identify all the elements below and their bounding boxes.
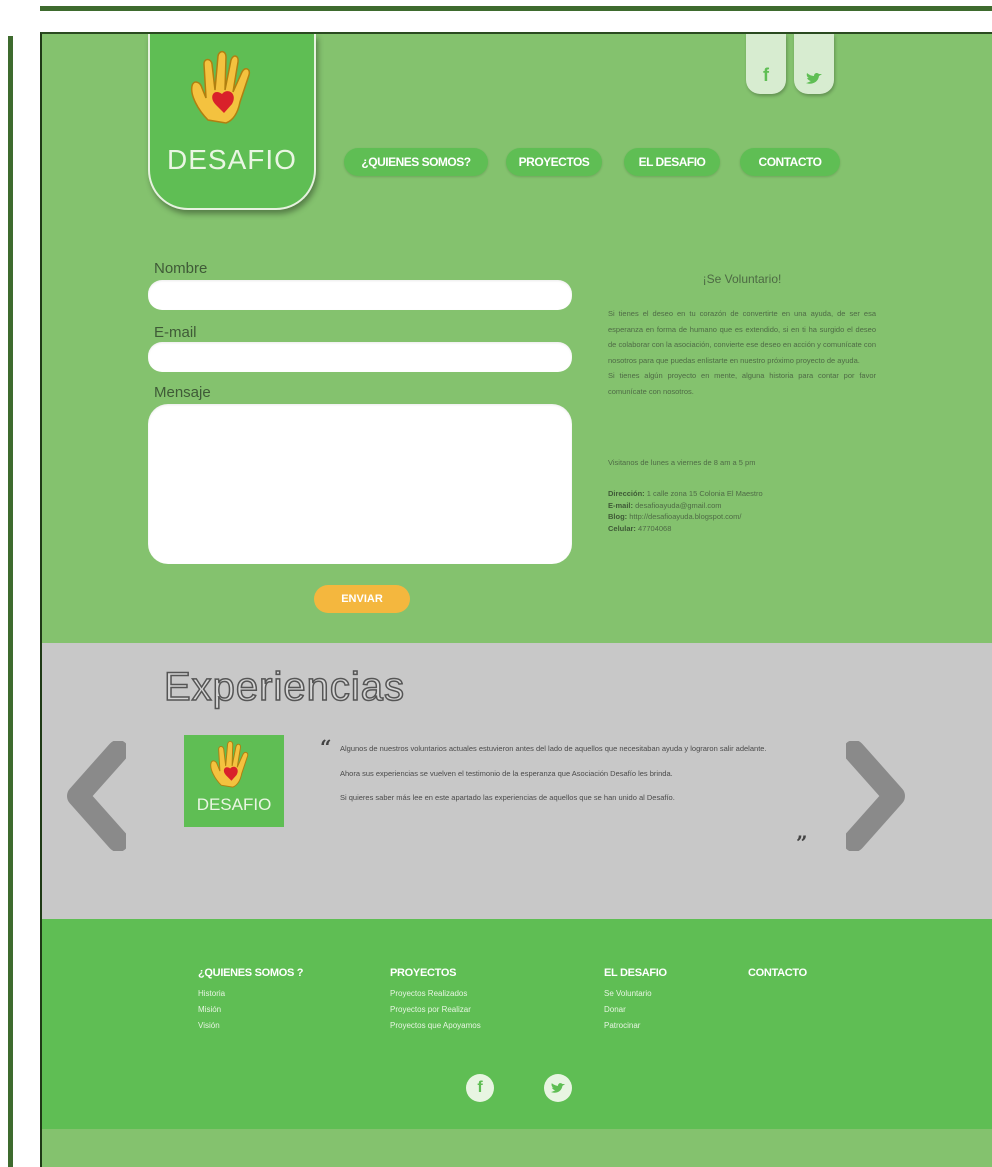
name-field[interactable]: [148, 280, 572, 310]
brand-name: DESAFIO: [167, 144, 297, 175]
twitter-icon: [550, 1082, 566, 1093]
footer-link[interactable]: Historia: [198, 986, 303, 1002]
footer-link[interactable]: Proyectos que Apoyamos: [390, 1018, 481, 1034]
address-label: Dirección:: [608, 489, 645, 498]
send-button[interactable]: ENVIAR: [314, 585, 410, 613]
hand-heart-icon: [190, 50, 251, 124]
left-frame-bar: [8, 36, 13, 1167]
quote-paragraph-1: Algunos de nuestros voluntarios actuales…: [340, 744, 767, 753]
chevron-left-icon[interactable]: [66, 741, 126, 851]
contact-email-label: E-mail:: [608, 500, 634, 510]
footer-heading[interactable]: PROYECTOS: [390, 967, 481, 979]
quote-paragraph-3: Si quieres saber más lee en este apartad…: [340, 793, 675, 802]
nav-quienes-somos[interactable]: ¿QUIENES SOMOS?: [344, 148, 488, 176]
footer-link[interactable]: Donar: [604, 1002, 667, 1018]
footer-column-quienes-somos: ¿QUIENES SOMOS ? Historia Misión Visión: [198, 967, 304, 1034]
footer-link[interactable]: Visión: [198, 1018, 303, 1034]
footer-link[interactable]: Se Voluntario: [604, 986, 667, 1002]
address-value: 1 calle zona 15 Colonia El Maestro: [646, 489, 763, 498]
facebook-button[interactable]: f: [746, 34, 786, 94]
email-label: E-mail: [154, 324, 197, 341]
contact-info: Dirección: 1 calle zona 15 Colonia El Ma…: [608, 488, 876, 534]
chevron-right-icon[interactable]: [846, 741, 906, 851]
experience-quote: Algunos de nuestros voluntarios actuales…: [324, 743, 794, 817]
page: DESAFIO f ¿QUIENES SOMOS? PROYECTOS EL D…: [40, 32, 992, 1167]
volunteer-title: ¡Se Voluntario!: [702, 272, 782, 286]
blog-label: Blog:: [608, 512, 628, 521]
message-textarea[interactable]: [148, 404, 572, 564]
experience-logo: DESAFIO: [184, 735, 284, 827]
quote-close-mark: ”: [796, 831, 808, 855]
footer-link[interactable]: Patrocinar: [604, 1018, 667, 1034]
experience-logo-text: DESAFIO: [196, 795, 272, 814]
nav-proyectos[interactable]: PROYECTOS: [506, 148, 602, 176]
footer-heading[interactable]: EL DESAFIO: [604, 967, 667, 979]
email-field[interactable]: [148, 342, 572, 372]
twitter-button[interactable]: [794, 34, 834, 94]
top-frame-bar: [40, 6, 992, 11]
contact-email-link[interactable]: desafioayuda@gmail.com: [635, 501, 721, 510]
footer-column-contacto: CONTACTO: [748, 967, 807, 986]
volunteer-description: Si tienes el deseo en tu corazón de conv…: [608, 306, 876, 399]
volunteer-paragraph-2: Si tienes algún proyecto en mente, algun…: [608, 371, 876, 396]
hand-heart-icon: [210, 740, 249, 788]
footer-column-el-desafio: EL DESAFIO Se Voluntario Donar Patrocina…: [604, 967, 667, 1034]
quote-paragraph-2: Ahora sus experiencias se vuelven el tes…: [340, 768, 673, 778]
footer-heading[interactable]: ¿QUIENES SOMOS ?: [198, 967, 304, 979]
footer: ¿QUIENES SOMOS ? Historia Misión Visión …: [42, 919, 992, 1129]
footer-bottom-bar: [42, 1129, 992, 1167]
hero-section: DESAFIO f ¿QUIENES SOMOS? PROYECTOS EL D…: [42, 34, 992, 643]
name-label: Nombre: [154, 260, 208, 277]
message-label: Mensaje: [154, 384, 211, 401]
footer-facebook-icon[interactable]: f: [466, 1074, 494, 1102]
twitter-icon: [806, 72, 822, 84]
brand-logo[interactable]: DESAFIO: [148, 34, 316, 210]
facebook-icon: f: [763, 65, 769, 85]
volunteer-paragraph-1: Si tienes el deseo en tu corazón de conv…: [608, 309, 876, 365]
footer-link[interactable]: Misión: [198, 1002, 303, 1018]
volunteer-hours: Visitanos de lunes a viernes de 8 am a 5…: [608, 458, 756, 467]
phone-value: 47704068: [638, 523, 672, 533]
experiences-section: Experiencias DESAFIO “ Algunos de nuestr…: [42, 643, 992, 919]
footer-twitter-icon[interactable]: [544, 1074, 572, 1102]
footer-column-proyectos: PROYECTOS Proyectos Realizados Proyectos…: [390, 967, 481, 1034]
phone-label: Celular:: [608, 523, 636, 533]
footer-heading[interactable]: CONTACTO: [748, 967, 807, 979]
nav-contacto[interactable]: CONTACTO: [740, 148, 840, 176]
footer-link[interactable]: Proyectos por Realizar: [390, 1002, 481, 1018]
blog-link[interactable]: http://desafioayuda.blogspot.com/: [629, 512, 741, 521]
experiences-title: Experiencias: [163, 664, 406, 710]
footer-link[interactable]: Proyectos Realizados: [390, 986, 481, 1002]
nav-el-desafio[interactable]: EL DESAFIO: [624, 148, 720, 176]
